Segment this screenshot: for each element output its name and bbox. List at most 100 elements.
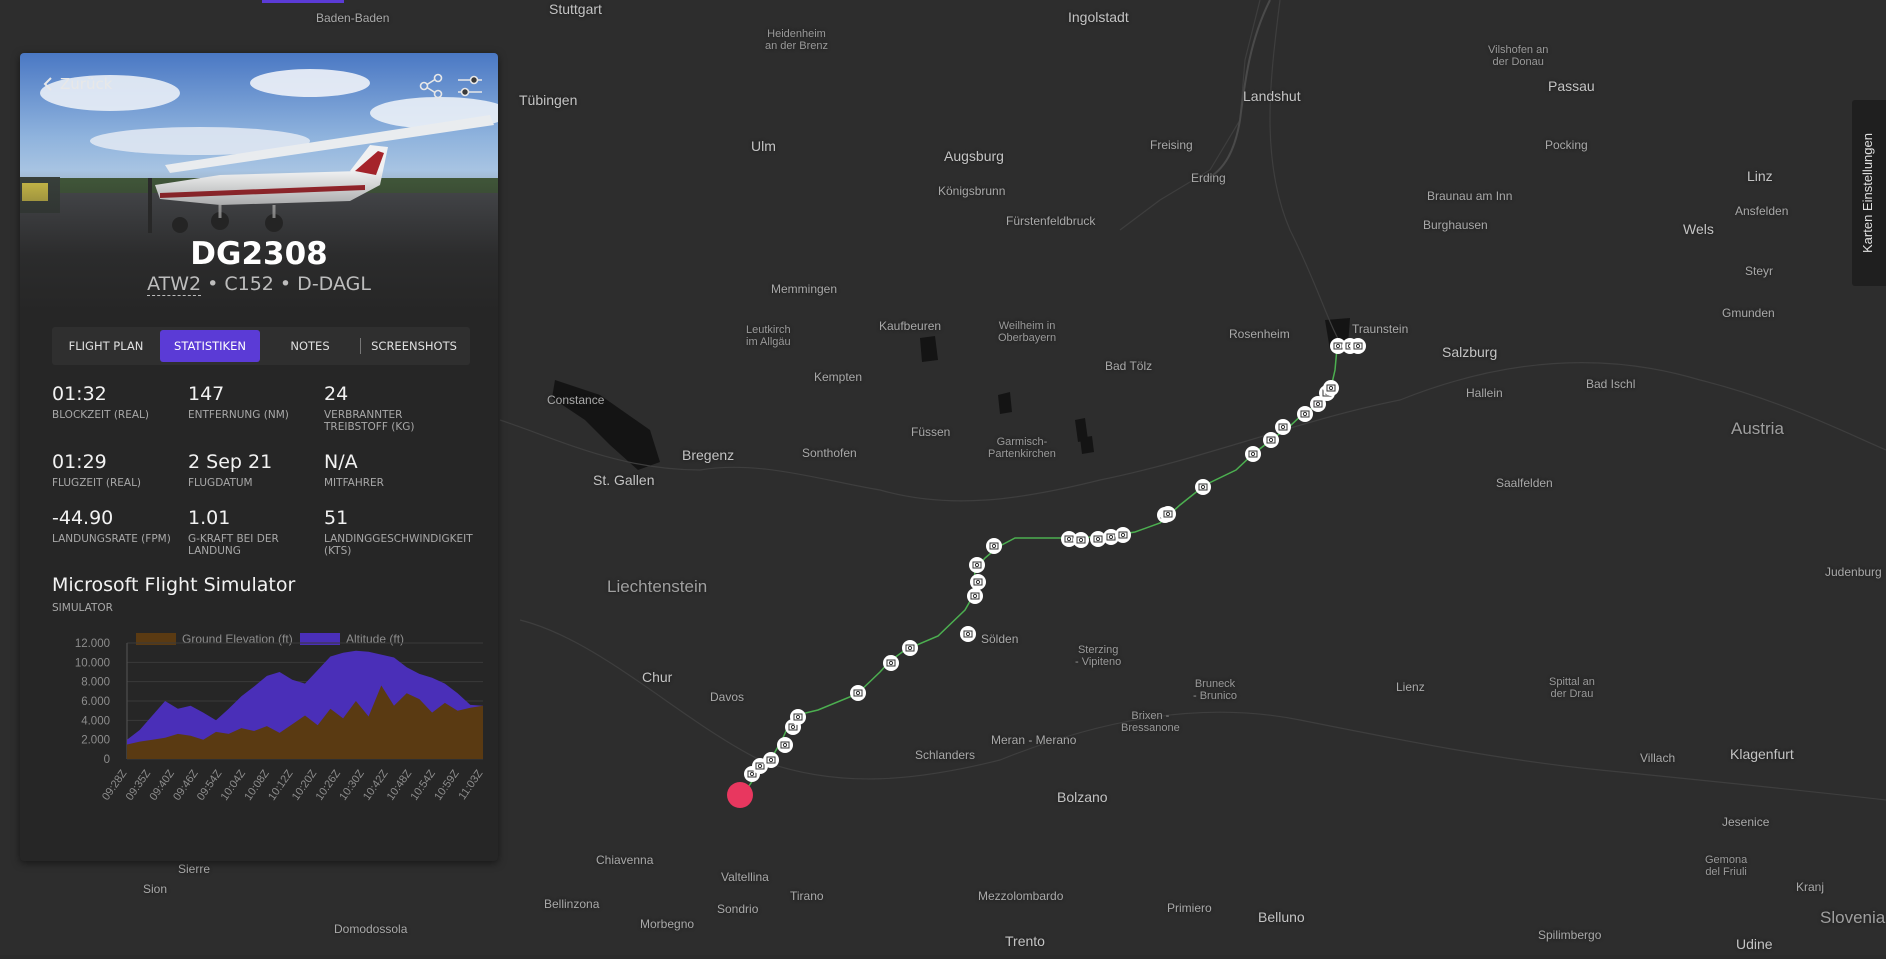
map-place-label: Jesenice: [1722, 815, 1770, 829]
map-place-label: Schlanders: [915, 748, 976, 762]
map-place-label: Heidenheim an der Brenz: [765, 28, 828, 52]
stat-label: ENTFERNUNG (NM): [188, 409, 289, 421]
map-place-label: Meran - Merano: [991, 733, 1077, 747]
map-place-label: Pocking: [1545, 138, 1588, 152]
stat-value: 2 Sep 21: [188, 451, 273, 473]
stat-landing-speed: 51 LANDINGGESCHWINDIGKEIT (KTS): [324, 507, 484, 557]
y-tick-label: 8.000: [81, 677, 110, 689]
tab-screenshots[interactable]: SCREENSHOTS: [361, 330, 467, 362]
map-place-label: Kaufbeuren: [879, 319, 942, 333]
map-place-label: Primiero: [1167, 901, 1212, 915]
camera-icon[interactable]: [1350, 338, 1366, 354]
camera-icon[interactable]: [986, 538, 1002, 554]
map-place-label: Hallein: [1466, 386, 1503, 400]
back-label: Zurück: [60, 75, 113, 93]
map-place-label: Bolzano: [1057, 789, 1108, 805]
map-place-label: Kempten: [814, 370, 863, 384]
tab-flight-plan[interactable]: FLIGHT PLAN: [52, 330, 160, 362]
map-place-label: Davos: [710, 690, 745, 704]
stat-label: FLUGDATUM: [188, 477, 253, 489]
camera-icon[interactable]: [1263, 432, 1279, 448]
camera-icon[interactable]: [1115, 527, 1131, 543]
stat-label: LANDUNGSRATE (FPM): [52, 533, 171, 545]
map-place-label: Udine: [1736, 936, 1773, 952]
camera-icon[interactable]: [1323, 380, 1339, 396]
camera-icon[interactable]: [1073, 532, 1089, 548]
y-tick-label: 4.000: [81, 715, 110, 727]
map-settings-tab[interactable]: Karten Einstellungen: [1852, 100, 1886, 286]
camera-icon[interactable]: [1297, 406, 1313, 422]
camera-icon[interactable]: [790, 709, 806, 725]
map-place-label: Steyr: [1745, 264, 1774, 278]
map-place-label: Sion: [143, 882, 168, 896]
camera-icon[interactable]: [902, 640, 918, 656]
camera-icon[interactable]: [1275, 419, 1291, 435]
map-place-label: Landshut: [1243, 88, 1301, 104]
simulator-name: Microsoft Flight Simulator: [52, 574, 296, 596]
map-place-label: Spittal an der Drau: [1549, 676, 1595, 700]
camera-icon[interactable]: [883, 655, 899, 671]
camera-icon[interactable]: [969, 557, 985, 573]
legend-label[interactable]: Ground Elevation (ft): [182, 633, 293, 646]
camera-icon[interactable]: [1160, 506, 1176, 522]
map-place-label: Königsbrunn: [938, 184, 1006, 198]
stat-value: -44.90: [52, 507, 114, 529]
map-place-label: Tübingen: [519, 92, 578, 108]
camera-icon[interactable]: [1195, 479, 1211, 495]
detail-tabs: FLIGHT PLAN STATISTIKEN NOTES SCREENSHOT…: [52, 327, 470, 365]
camera-icon[interactable]: [1245, 446, 1261, 462]
map-place-label: Traunstein: [1352, 322, 1409, 336]
map-place-label: Salzburg: [1442, 344, 1498, 360]
map-place-label: Tirano: [790, 889, 824, 903]
map-place-label: Spilimbergo: [1538, 928, 1602, 942]
sliders-icon[interactable]: [456, 73, 484, 99]
chart-series: [127, 650, 483, 759]
map-place-label: Linz: [1747, 168, 1773, 184]
map-place-label: Bruneck - Brunico: [1193, 678, 1238, 702]
map-place-label: Lienz: [1396, 680, 1425, 694]
chart-y-axis: 12.000 10.000 8.000 6.000 4.000 2.000 0: [75, 638, 110, 766]
stat-label: FLUGZEIT (REAL): [52, 477, 142, 489]
map-place-label: Sondrio: [717, 902, 759, 916]
stat-landing-rate: -44.90 LANDUNGSRATE (FPM): [52, 507, 187, 545]
camera-icon[interactable]: [777, 737, 793, 753]
flight-number: DG2308: [190, 236, 328, 272]
map-place-label: Passau: [1548, 78, 1595, 94]
stat-block-time: 01:32 BLOCKZEIT (REAL): [52, 383, 187, 421]
map-place-label: Brixen - Bressanone: [1121, 710, 1180, 734]
camera-icon[interactable]: [763, 752, 779, 768]
map-place-label: Belluno: [1258, 909, 1305, 925]
share-icon[interactable]: [418, 73, 444, 99]
departure-marker[interactable]: [727, 782, 753, 808]
map-place-label: Ingolstadt: [1068, 9, 1129, 25]
map-place-label: Bellinzona: [544, 897, 600, 911]
stat-value: 1.01: [188, 507, 231, 529]
flight-subtitle: ATW2 • C152 • D-DAGL: [20, 273, 498, 296]
back-button[interactable]: Zurück: [42, 75, 112, 93]
y-tick-label: 6.000: [81, 696, 110, 708]
map-place-label: Austria: [1731, 419, 1784, 438]
map-place-label: Sterzing - Vipiteno: [1075, 644, 1122, 668]
map-place-label: Ulm: [751, 138, 776, 154]
map-place-label: St. Gallen: [593, 472, 655, 488]
tab-notes[interactable]: NOTES: [260, 330, 360, 362]
map-place-label: Ansfelden: [1735, 204, 1789, 218]
stat-label: BLOCKZEIT (REAL): [52, 409, 149, 421]
flight-detail-panel: Zurück DG2308 ATW2 • C152 • D-DAGL FLIGH…: [20, 53, 498, 861]
y-tick-label: 12.000: [75, 638, 110, 650]
y-tick-label: 10.000: [75, 657, 110, 669]
map-place-label: Klagenfurt: [1730, 746, 1794, 762]
camera-icon[interactable]: [960, 626, 976, 642]
stat-flight-date: 2 Sep 21 FLUGDATUM: [188, 451, 323, 489]
camera-icon[interactable]: [850, 685, 866, 701]
map-place-label: Erding: [1191, 171, 1226, 185]
camera-icon[interactable]: [967, 588, 983, 604]
map-place-label: Sierre: [178, 862, 211, 876]
map-place-label: Chur: [642, 669, 673, 685]
legend-label[interactable]: Altitude (ft): [346, 633, 404, 646]
stat-distance: 147 ENTFERNUNG (NM): [188, 383, 323, 421]
camera-icon[interactable]: [970, 574, 986, 590]
elevation-chart[interactable]: Ground Elevation (ft) Altitude (ft) 12.00…: [40, 633, 490, 861]
tab-statistiken[interactable]: STATISTIKEN: [160, 330, 260, 362]
airline-link[interactable]: ATW2: [147, 273, 202, 296]
